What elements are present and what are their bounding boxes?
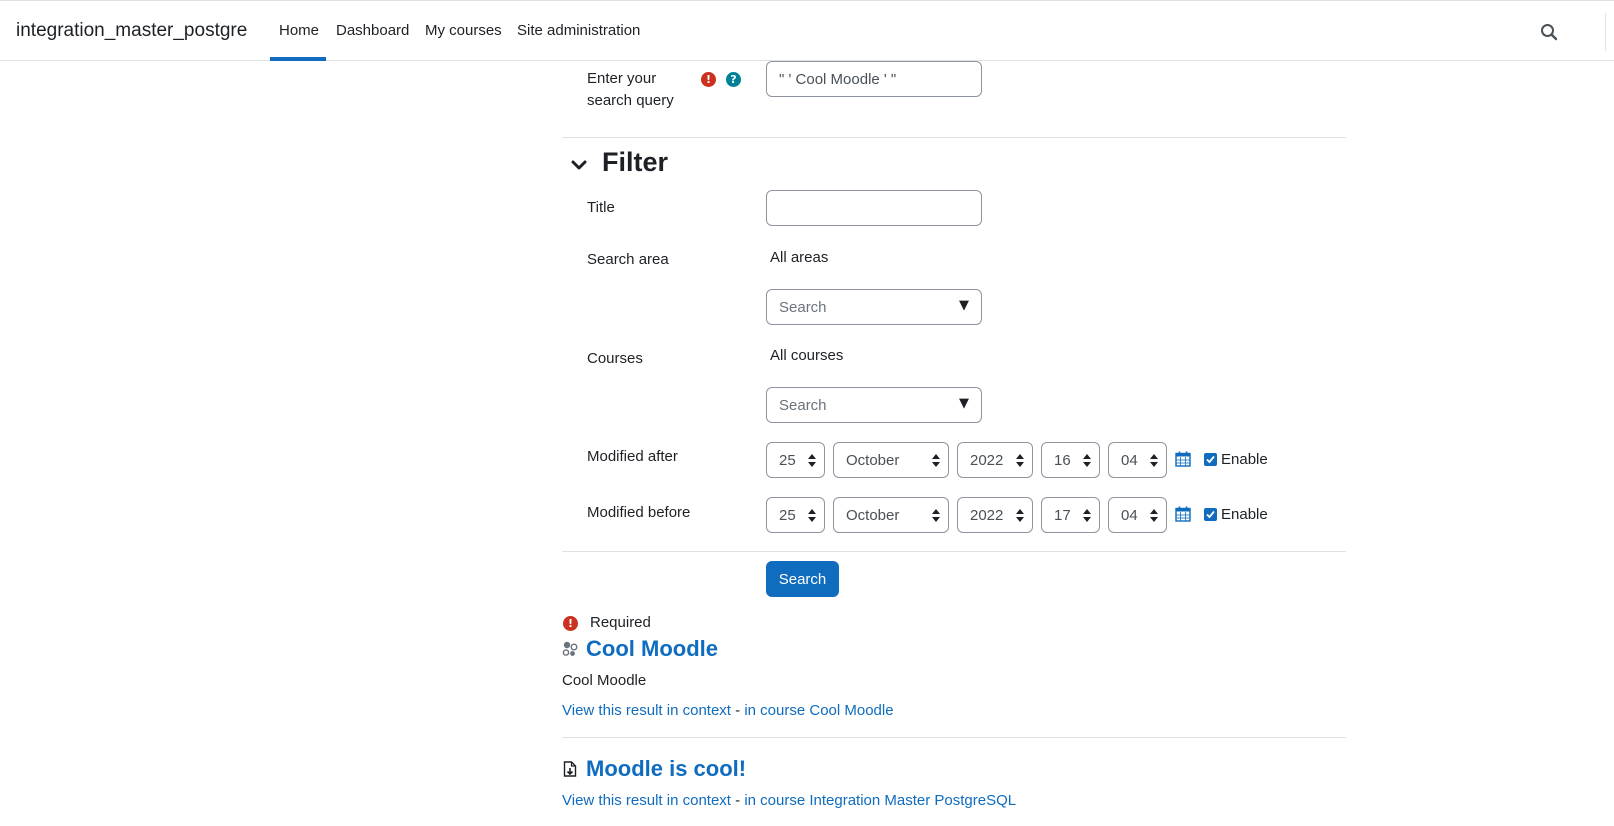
select-value: 25 bbox=[779, 507, 796, 524]
sort-arrows-icon bbox=[1150, 509, 1158, 522]
nav-home[interactable]: Home bbox=[279, 22, 319, 39]
search-submit-button[interactable]: Search bbox=[766, 561, 839, 597]
divider bbox=[562, 551, 1346, 552]
chevron-down-icon[interactable] bbox=[571, 157, 587, 173]
result-links: View this result in context - in course … bbox=[562, 702, 894, 719]
modified-after-hour-select[interactable]: 16 bbox=[1041, 442, 1100, 478]
dropdown-arrow-icon: ▼ bbox=[959, 298, 969, 313]
navbar-divider bbox=[1605, 13, 1606, 51]
active-nav-indicator bbox=[270, 57, 326, 61]
exclamation-icon: ! bbox=[701, 72, 716, 87]
courses-placeholder: Search bbox=[779, 397, 827, 414]
view-in-context-link[interactable]: View this result in context bbox=[562, 792, 731, 809]
select-value: 16 bbox=[1054, 452, 1071, 469]
sort-arrows-icon bbox=[1016, 509, 1024, 522]
sort-arrows-icon bbox=[1016, 454, 1024, 467]
divider bbox=[562, 737, 1346, 738]
nav-my-courses[interactable]: My courses bbox=[425, 22, 502, 39]
link-separator: - bbox=[730, 702, 745, 719]
sort-arrows-icon bbox=[1083, 509, 1091, 522]
sort-arrows-icon bbox=[1083, 454, 1091, 467]
courses-selection: All courses bbox=[770, 347, 844, 364]
select-value: 2022 bbox=[970, 452, 1004, 469]
nav-dashboard[interactable]: Dashboard bbox=[336, 22, 409, 39]
checkmark-icon bbox=[1206, 510, 1215, 519]
search-query-label-line1: Enter your bbox=[587, 70, 657, 87]
modified-after-month-select[interactable]: October bbox=[833, 442, 949, 478]
modified-before-day-select[interactable]: 25 bbox=[766, 497, 825, 533]
result-description: Cool Moodle bbox=[562, 672, 647, 689]
select-value: 17 bbox=[1054, 507, 1071, 524]
modified-before-enable-checkbox[interactable] bbox=[1204, 508, 1217, 521]
modified-before-minute-select[interactable]: 04 bbox=[1108, 497, 1167, 533]
required-note: Required bbox=[590, 614, 651, 631]
site-name[interactable]: integration_master_postgre bbox=[16, 20, 247, 42]
view-in-context-link[interactable]: View this result in context bbox=[562, 702, 731, 719]
select-value: October bbox=[846, 452, 900, 469]
result-title-link[interactable]: Cool Moodle bbox=[586, 636, 718, 662]
question-icon[interactable]: ? bbox=[726, 72, 741, 87]
modified-after-label: Modified after bbox=[587, 448, 678, 465]
search-area-label: Search area bbox=[587, 251, 669, 268]
course-icon bbox=[562, 641, 578, 656]
modified-before-month-select[interactable]: October bbox=[833, 497, 949, 533]
courses-label: Courses bbox=[587, 350, 643, 367]
select-value: October bbox=[846, 507, 900, 524]
courses-select[interactable]: Search ▼ bbox=[766, 387, 982, 423]
modified-before-hour-select[interactable]: 17 bbox=[1041, 497, 1100, 533]
search-area-placeholder: Search bbox=[779, 299, 827, 316]
course-link[interactable]: in course Cool Moodle bbox=[744, 702, 893, 719]
select-value: 04 bbox=[1121, 507, 1138, 524]
search-icon[interactable] bbox=[1540, 23, 1558, 41]
nav-site-administration[interactable]: Site administration bbox=[517, 22, 640, 39]
modified-after-enable-checkbox[interactable] bbox=[1204, 453, 1217, 466]
calendar-icon[interactable] bbox=[1175, 451, 1191, 467]
sort-arrows-icon bbox=[808, 454, 816, 467]
sort-arrows-icon bbox=[932, 454, 940, 467]
link-separator: - bbox=[730, 792, 745, 809]
sort-arrows-icon bbox=[1150, 454, 1158, 467]
modified-before-year-select[interactable]: 2022 bbox=[957, 497, 1033, 533]
search-query-label-line2: search query bbox=[587, 92, 674, 109]
search-area-selection: All areas bbox=[770, 249, 829, 266]
title-input[interactable] bbox=[766, 190, 982, 226]
select-value: 25 bbox=[779, 452, 796, 469]
page-icon bbox=[563, 761, 577, 777]
modified-before-enable-label[interactable]: Enable bbox=[1221, 506, 1268, 523]
search-area-select[interactable]: Search ▼ bbox=[766, 289, 982, 325]
checkmark-icon bbox=[1206, 455, 1215, 464]
dropdown-arrow-icon: ▼ bbox=[959, 396, 969, 411]
top-navbar: integration_master_postgre Home Dashboar… bbox=[0, 0, 1614, 61]
modified-after-minute-select[interactable]: 04 bbox=[1108, 442, 1167, 478]
divider bbox=[562, 137, 1346, 138]
exclamation-icon: ! bbox=[563, 616, 578, 631]
result-links: View this result in context - in course … bbox=[562, 792, 1016, 809]
modified-after-enable-label[interactable]: Enable bbox=[1221, 451, 1268, 468]
select-value: 2022 bbox=[970, 507, 1004, 524]
search-query-input[interactable] bbox=[766, 61, 982, 97]
modified-after-day-select[interactable]: 25 bbox=[766, 442, 825, 478]
modified-before-label: Modified before bbox=[587, 504, 691, 521]
calendar-icon[interactable] bbox=[1175, 506, 1191, 522]
result-title-link[interactable]: Moodle is cool! bbox=[586, 756, 746, 782]
sort-arrows-icon bbox=[932, 509, 940, 522]
filter-heading[interactable]: Filter bbox=[602, 147, 668, 178]
select-value: 04 bbox=[1121, 452, 1138, 469]
modified-after-year-select[interactable]: 2022 bbox=[957, 442, 1033, 478]
title-label: Title bbox=[587, 199, 615, 216]
sort-arrows-icon bbox=[808, 509, 816, 522]
course-link[interactable]: in course Integration Master PostgreSQL bbox=[744, 792, 1016, 809]
